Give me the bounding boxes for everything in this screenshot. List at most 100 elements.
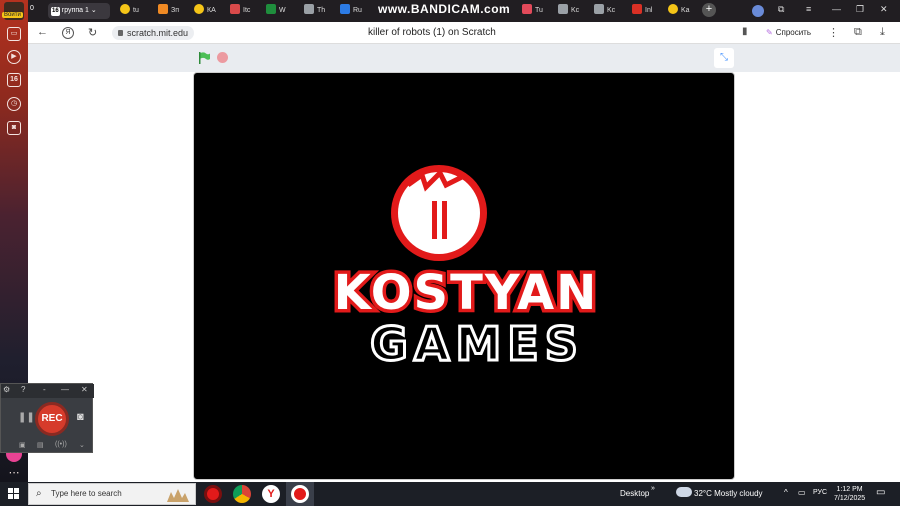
tab-item[interactable]: Kc [558,3,588,19]
login-button[interactable]: Войти [2,12,23,18]
minimize-icon[interactable]: — [61,385,69,394]
reload-icon[interactable]: ↻ [88,26,97,39]
shield-icon [522,4,532,14]
profile-icon[interactable] [752,5,764,17]
bolt-icon [594,4,604,14]
tab-item[interactable]: W [266,3,296,19]
more-icon[interactable]: ⋯ [7,466,21,480]
tab-item[interactable]: Ka [668,3,698,19]
bookmark-icon[interactable]: ▮ [742,26,748,37]
tab-item[interactable]: Зп [158,3,188,19]
download-icon[interactable]: ⤓ [880,26,885,39]
logo-top-text: KOSTYAN [334,265,599,321]
language-indicator[interactable]: РУС [813,489,827,496]
audio-icon[interactable]: ((•)) [55,441,67,448]
desktop-label[interactable]: Desktop [620,489,649,498]
chevron-down-icon[interactable]: ⌄ [79,441,85,449]
recorder-toolbar: ▣ ▤ ((•)) ⌄ [1,439,94,453]
network-icon[interactable]: ▭ [798,488,806,497]
bolt-icon [558,4,568,14]
collections-icon[interactable]: ▭ [7,27,21,41]
document-icon [304,4,314,14]
tab-item[interactable]: Kc [594,3,624,19]
camera-icon[interactable]: ◙ [77,411,84,423]
tab-label: Ka [681,7,690,14]
tab-group-badge: 16 [51,7,60,16]
opera-icon[interactable] [204,485,222,503]
tab-counter[interactable]: 0 [30,5,34,12]
screen-icon[interactable]: ▤ [37,441,44,449]
bandicam-icon[interactable] [291,485,309,503]
history-icon[interactable]: ◷ [7,97,21,111]
yandex-browser-icon[interactable]: Y [262,485,280,503]
tab-label: Kc [607,7,616,14]
minimize-icon[interactable]: — [832,4,841,14]
tab-group-label: группа 1 [61,7,89,14]
clock[interactable]: 1:12 PM 7/12/2025 [834,485,865,503]
yandex-icon[interactable]: Я [62,27,74,39]
kostyan-games-logo: KOSTYAN GAMES [330,165,600,373]
play-icon[interactable]: ▶ [7,50,21,64]
ask-button[interactable]: ✎ Спросить [766,26,811,40]
chart-icon [158,4,168,14]
site-icon [230,4,240,14]
green-flag-icon[interactable] [198,52,210,64]
screenshot-icon[interactable]: ◙ [7,121,21,135]
fullscreen-icon[interactable]: ⤡ [714,48,734,68]
tabs-overview-icon[interactable]: ⧉ [778,4,784,15]
chevron-right-icon[interactable]: » [651,485,655,492]
webcam-icon[interactable]: ▣ [19,441,26,449]
help-icon[interactable]: ? [21,385,25,394]
record-button[interactable]: REC [35,402,69,436]
windows-start-icon[interactable] [8,488,20,500]
tab-item[interactable]: КА [194,3,224,19]
game-stage[interactable]: KOSTYAN GAMES [193,72,735,480]
tab-group[interactable]: 16 группа 1 ⌄ [48,3,110,19]
mail-icon [632,4,642,14]
url-field[interactable]: scratch.mit.edu [112,26,195,40]
pause-icon[interactable]: ❚❚ [18,412,35,423]
tab-label: КА [207,7,216,14]
tab-item[interactable]: tu [120,3,150,19]
search-icon: ⌕ [36,488,42,499]
logo-bottom-text: GAMES [370,317,584,371]
new-tab-button[interactable]: + [702,3,716,17]
bandicam-watermark: www.BANDICAM.com [378,2,511,16]
weather-text[interactable]: 32°C Mostly cloudy [694,489,763,498]
tab-label: Itc [243,7,251,14]
recorder-titlebar: ⚙ ? - — ✕ [1,384,94,398]
clock-date: 7/12/2025 [834,495,866,502]
notifications-icon[interactable]: ▭ [876,487,885,498]
logo-bar-right [442,201,447,239]
close-icon[interactable]: ✕ [880,4,888,15]
tab-item[interactable]: Itc [230,3,260,19]
extensions-icon[interactable]: ⧉ [854,26,862,39]
tab-item[interactable]: Ru [340,3,370,19]
settings-icon[interactable]: ⚙ [3,385,10,394]
more-vert-icon[interactable]: ⋮ [828,26,839,39]
play-icon [668,4,678,14]
search-placeholder: Type here to search [51,489,122,498]
weather-cloud-icon [676,487,692,497]
address-bar: ← Я ↻ scratch.mit.edu killer of robots (… [28,22,900,44]
tab-item[interactable]: Th [304,3,334,19]
bandicam-recorder[interactable]: ⚙ ? - — ✕ ❚❚ REC ◙ ▣ ▤ ((•)) ⌄ [0,383,94,453]
tab-label: Зп [171,7,180,14]
collapse-icon[interactable]: - [43,385,46,394]
site-icon [266,4,276,14]
tab-item[interactable]: Tu [522,3,552,19]
search-highlight-icon [167,489,189,502]
restore-icon[interactable]: ❐ [856,4,864,15]
menu-icon[interactable]: ≡ [806,4,811,14]
taskbar-search[interactable]: ⌕ Type here to search [28,483,196,505]
tab-label: Inl [645,7,653,14]
tab-item[interactable]: Inl [632,3,662,19]
chrome-icon[interactable] [233,485,251,503]
shield-icon [340,4,350,14]
back-icon[interactable]: ← [37,26,48,38]
stop-icon[interactable] [217,52,228,63]
tray-chevron-icon[interactable]: ^ [784,488,788,497]
tab-group-badge[interactable]: 16 [7,73,21,87]
clock-time: 1:12 PM [836,486,863,493]
close-icon[interactable]: ✕ [81,385,88,394]
